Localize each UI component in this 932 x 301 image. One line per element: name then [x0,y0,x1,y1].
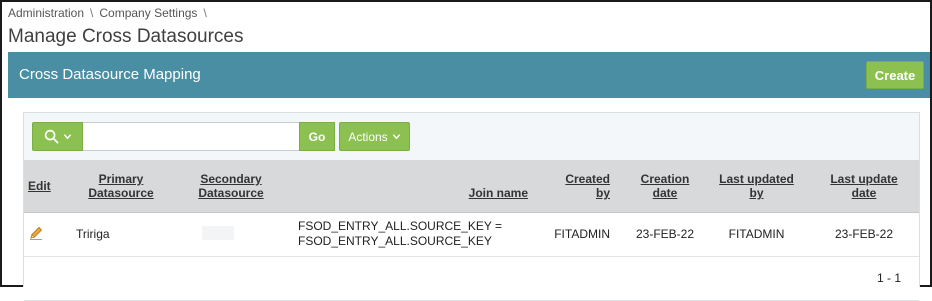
join-name-line-2: FSOD_ENTRY_ALL.SOURCE_KEY [298,234,492,248]
primary-datasource-cell: Tririga [68,212,174,257]
pagination-label: 1 - 1 [24,256,919,301]
table-header-row: Edit Primary Datasource Secondary Datasour… [24,160,919,213]
created-by-cell: FITADMIN [542,212,626,257]
column-header-creation-date[interactable]: Creation date [626,160,704,213]
pencil-icon[interactable] [28,225,44,241]
report-panel: Go Actions Edit Primary Datasource Secon… [23,112,920,301]
last-updated-by-cell: FITADMIN [704,212,809,257]
go-button[interactable]: Go [299,122,335,151]
column-header-primary-datasource[interactable]: Primary Datasource [68,160,174,213]
last-update-date-cell: 23-FEB-22 [809,212,919,257]
column-header-secondary-datasource[interactable]: Secondary Datasource [174,160,288,213]
breadcrumb-separator: \ [203,6,207,20]
pagination-row: 1 - 1 [24,256,919,301]
column-header-edit[interactable]: Edit [24,160,68,213]
creation-date-cell: 23-FEB-22 [626,212,704,257]
app-frame: Administration \ Company Settings \ Mana… [0,0,932,301]
edit-cell [24,212,68,257]
join-name-cell: FSOD_ENTRY_ALL.SOURCE_KEY = FSOD_ENTRY_A… [288,212,542,257]
search-icon [44,129,58,144]
actions-menu-button[interactable]: Actions [339,122,410,151]
column-header-created-by[interactable]: Created by [542,160,626,213]
column-header-join-name[interactable]: Join name [288,160,542,213]
actions-label: Actions [348,129,388,144]
chevron-down-icon [392,134,400,140]
column-header-last-updated-by[interactable]: Last updated by [704,160,809,213]
column-header-last-update-date[interactable]: Last update date [809,160,919,213]
search-column-button[interactable] [32,122,83,151]
breadcrumb-item-administration[interactable]: Administration [8,6,84,20]
page-title: Manage Cross Datasources [8,26,244,47]
create-button[interactable]: Create [866,61,924,89]
secondary-datasource-value [202,225,234,240]
search-toolbar: Go Actions [32,122,410,151]
breadcrumb-item-company-settings[interactable]: Company Settings [99,6,197,20]
breadcrumb-separator: \ [90,6,94,20]
join-name-line-1: FSOD_ENTRY_ALL.SOURCE_KEY = [298,219,502,233]
breadcrumb: Administration \ Company Settings \ [8,6,213,20]
search-input[interactable] [83,122,299,151]
table-row: Tririga FSOD_ENTRY_ALL.SOURCE_KEY = FSOD… [24,212,919,257]
secondary-datasource-cell [174,212,288,257]
region-header: Cross Datasource Mapping Create [8,52,930,98]
mapping-table: Edit Primary Datasource Secondary Datasour… [24,160,919,301]
chevron-down-icon [63,134,71,140]
region-title: Cross Datasource Mapping [19,66,201,83]
